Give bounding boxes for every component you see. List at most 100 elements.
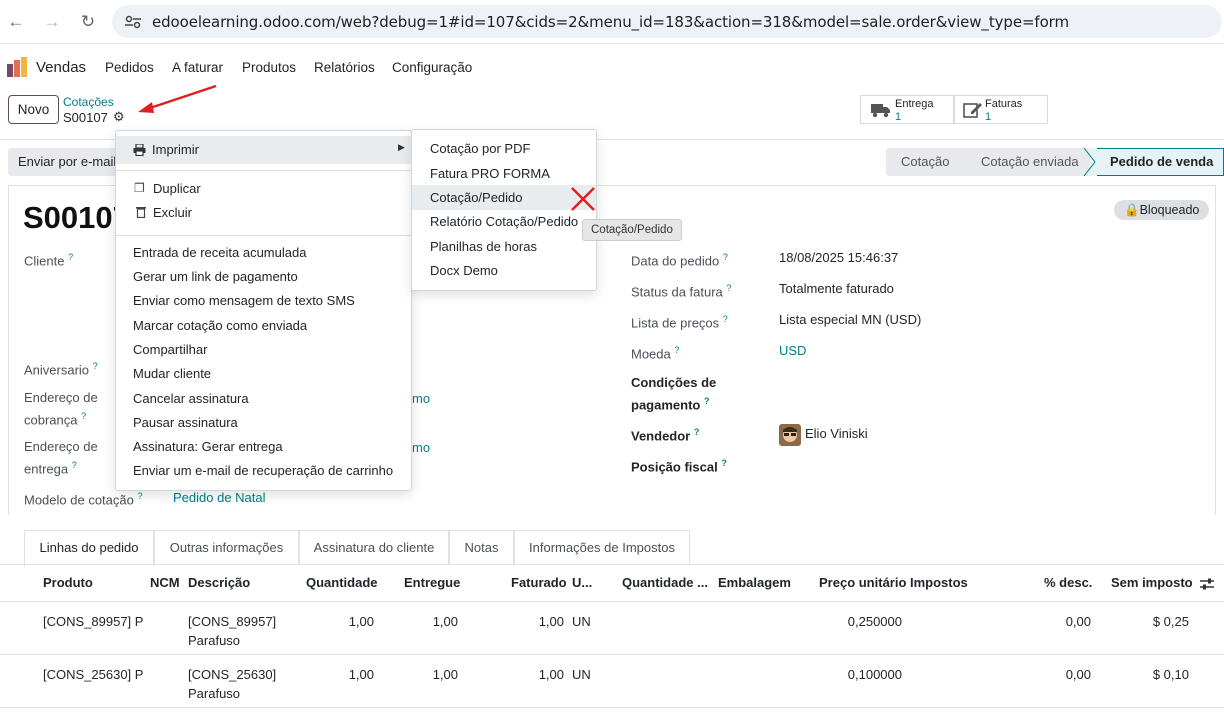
stage-cotacao-enviada[interactable]: Cotação enviada (981, 154, 1079, 169)
smart-button-delivery[interactable]: Entrega 1 (860, 95, 954, 124)
menu-item-delete[interactable]: Excluir (116, 202, 411, 224)
menu-item-action[interactable]: Cancelar assinatura (133, 391, 249, 406)
menu-item-action[interactable]: Compartilhar (133, 342, 207, 357)
col-quantidade-embalagem[interactable]: Quantidade ... (622, 575, 708, 590)
row-description: [CONS_25630] Parafuso (188, 667, 277, 701)
new-button[interactable]: Novo (8, 95, 59, 124)
col-quantidade[interactable]: Quantidade (306, 575, 378, 590)
row-discount[interactable]: 0,00 (1030, 612, 1091, 631)
col-entregue[interactable]: Entregue (404, 575, 460, 590)
menu-relatorios[interactable]: Relatórios (314, 60, 375, 75)
quotation-template-value[interactable]: Pedido de Natal (173, 490, 266, 505)
optional-columns-icon[interactable] (1200, 577, 1214, 591)
printer-icon (133, 144, 146, 156)
print-item[interactable]: Relatório Cotação/Pedido (430, 214, 578, 229)
app-name[interactable]: Vendas (36, 59, 86, 76)
stage-pedido-de-venda[interactable]: Pedido de venda (1090, 148, 1224, 176)
tooltip: Cotação/Pedido (582, 219, 682, 241)
row-quantity[interactable]: 1,00 (320, 612, 374, 631)
row-subtotal: $ 0,10 (1152, 667, 1189, 682)
col-desconto[interactable]: % desc. (1044, 575, 1092, 590)
back-arrow-icon[interactable]: ← (6, 12, 26, 32)
menu-pedidos[interactable]: Pedidos (105, 60, 154, 75)
col-ncm[interactable]: NCM (150, 575, 180, 590)
print-item[interactable]: Fatura PRO FORMA (430, 166, 550, 181)
col-sem-imposto[interactable]: Sem imposto (1111, 575, 1193, 590)
pricelist-value[interactable]: Lista especial MN (USD) (779, 312, 921, 327)
billing-address-value[interactable]: mo (412, 391, 430, 406)
salesperson-value[interactable]: Elio Viniski (805, 426, 868, 441)
trash-icon (136, 207, 146, 218)
currency-value[interactable]: USD (779, 343, 806, 358)
menu-item-action[interactable]: Mudar cliente (133, 366, 211, 381)
row-discount[interactable]: 0,00 (1030, 665, 1091, 684)
menu-item-action[interactable]: Marcar cotação como enviada (133, 318, 307, 333)
tab-assinatura-cliente[interactable]: Assinatura do cliente (299, 530, 449, 565)
col-embalagem[interactable]: Embalagem (718, 575, 791, 590)
row-unit-price[interactable]: 0,100000 (820, 665, 902, 684)
print-item[interactable]: Cotação por PDF (430, 141, 530, 156)
stage-cotacao[interactable]: Cotação (901, 154, 949, 169)
row-delivered: 1,00 (432, 614, 458, 629)
delivery-address-value[interactable]: mo (412, 440, 430, 455)
row-invoiced: 1,00 (538, 667, 564, 682)
col-preco-unitario[interactable]: Preço unitário (819, 575, 906, 590)
table-row[interactable]: [CONS_25630] P [CONS_25630] Parafuso 1,00… (0, 654, 1224, 707)
tab-informacoes-impostos[interactable]: Informações de Impostos (514, 530, 690, 565)
menu-configuracao[interactable]: Configuração (392, 60, 472, 75)
row-product[interactable]: [CONS_89957] P (43, 612, 143, 631)
row-delivered: 1,00 (432, 667, 458, 682)
site-settings-icon[interactable] (124, 14, 142, 30)
print-item[interactable]: Docx Demo (430, 263, 498, 278)
send-email-button[interactable]: Enviar por e-mail (8, 148, 118, 176)
invoice-status-value: Totalmente faturado (779, 281, 894, 296)
label-posicao-fiscal: Posição fiscal ? (631, 458, 727, 475)
gear-icon[interactable]: ⚙ (113, 109, 125, 125)
red-arrow-annotation (138, 84, 217, 113)
smart-button-invoices[interactable]: Faturas 1 (954, 95, 1048, 124)
print-item: Cotação/Pedido (430, 190, 523, 205)
breadcrumb-current: S00107 (63, 110, 108, 125)
copy-icon: ❐ (134, 181, 145, 195)
menu-divider (116, 235, 411, 236)
address-bar[interactable]: edooelearning.odoo.com/web?debug=1#id=10… (112, 5, 1222, 38)
tab-notas[interactable]: Notas (449, 530, 514, 565)
col-descricao[interactable]: Descrição (188, 575, 250, 590)
menu-item-duplicate[interactable]: ❐ Duplicar (116, 178, 411, 200)
row-unit-price[interactable]: 0,250000 (820, 612, 902, 631)
print-item[interactable]: Planilhas de horas (430, 239, 537, 254)
print-item-hovered[interactable]: Cotação/Pedido (412, 185, 596, 210)
menu-item-action[interactable]: Enviar como mensagem de texto SMS (133, 293, 355, 308)
table-row[interactable]: [CONS_89957] P [CONS_89957] Parafuso 1,00… (0, 601, 1224, 654)
stage-chevron (1083, 148, 1097, 176)
row-product[interactable]: [CONS_25630] P (43, 665, 143, 684)
col-produto[interactable]: Produto (43, 575, 93, 590)
order-date-value[interactable]: 18/08/2025 15:46:37 (779, 250, 898, 265)
col-impostos[interactable]: Impostos (910, 575, 968, 590)
menu-item-action[interactable]: Entrada de receita acumulada (133, 245, 306, 260)
sales-app-logo-icon[interactable] (7, 57, 27, 77)
label-endereco-entrega: Endereço de entrega ? (24, 439, 98, 477)
reload-icon[interactable]: ↻ (78, 12, 98, 32)
menu-a-faturar[interactable]: A faturar (172, 60, 223, 75)
col-faturado[interactable]: Faturado (511, 575, 567, 590)
forward-arrow-icon[interactable]: → (42, 12, 62, 32)
col-unidade[interactable]: U... (572, 575, 592, 590)
menu-item-action[interactable]: Gerar um link de pagamento (133, 269, 298, 284)
row-uom[interactable]: UN (572, 665, 591, 684)
breadcrumb-parent[interactable]: Cotações (63, 95, 114, 109)
row-invoiced: 1,00 (538, 614, 564, 629)
notebook-tabs: Linhas do pedido Outras informações Assi… (24, 530, 1216, 566)
tab-outras-informacoes[interactable]: Outras informações (154, 530, 299, 565)
menu-item-action[interactable]: Pausar assinatura (133, 415, 238, 430)
menu-divider (116, 170, 411, 171)
menu-item-action[interactable]: Assinatura: Gerar entrega (133, 439, 283, 454)
row-quantity[interactable]: 1,00 (320, 665, 374, 684)
smart-button-count: 1 (895, 111, 902, 123)
browser-toolbar: ← → ↻ edooelearning.odoo.com/web?debug=1… (0, 0, 1224, 44)
tab-linhas-pedido[interactable]: Linhas do pedido (24, 530, 154, 566)
row-uom[interactable]: UN (572, 612, 591, 631)
menu-item-action[interactable]: Enviar um e-mail de recuperação de carri… (133, 463, 393, 478)
menu-item-print[interactable]: Imprimir ▶ (116, 136, 411, 164)
menu-produtos[interactable]: Produtos (242, 60, 296, 75)
